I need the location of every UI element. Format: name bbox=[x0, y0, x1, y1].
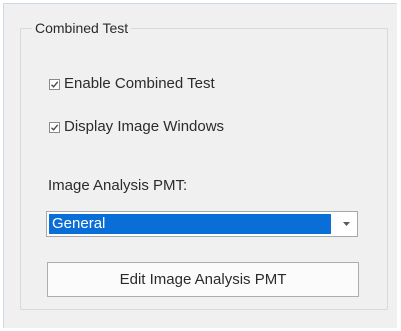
groupbox-title: Combined Test bbox=[32, 20, 132, 36]
image-analysis-pmt-label: Image Analysis PMT: bbox=[48, 177, 188, 194]
enable-combined-test-label: Enable Combined Test bbox=[64, 75, 215, 92]
image-analysis-pmt-select[interactable]: General bbox=[46, 211, 358, 237]
chevron-down-icon[interactable] bbox=[336, 213, 356, 235]
checkbox-checked-icon[interactable] bbox=[49, 121, 60, 133]
display-image-windows-label: Display Image Windows bbox=[64, 118, 225, 135]
checkbox-checked-icon[interactable] bbox=[49, 78, 60, 90]
enable-combined-test-checkbox[interactable]: Enable Combined Test bbox=[49, 75, 215, 93]
edit-image-analysis-pmt-button[interactable]: Edit Image Analysis PMT bbox=[47, 262, 359, 297]
display-image-windows-checkbox[interactable]: Display Image Windows bbox=[49, 118, 224, 136]
image-analysis-pmt-selected-value[interactable]: General bbox=[49, 214, 331, 234]
